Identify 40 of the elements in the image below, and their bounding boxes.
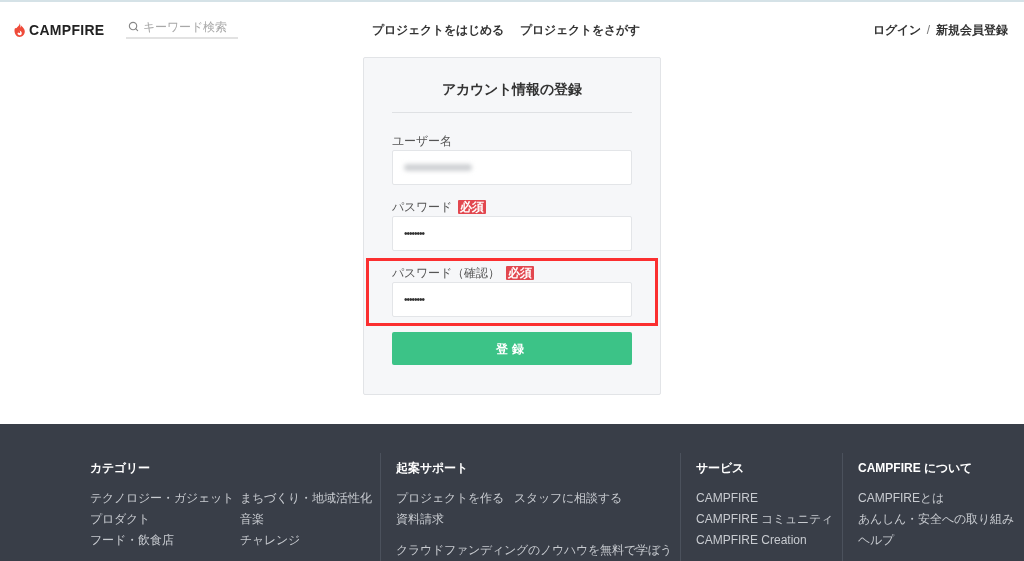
form-title: アカウント情報の登録 [441,80,583,99]
footer-link[interactable]: CAMPFIRE コミュニティ [696,512,834,526]
footer-link[interactable]: テクノロジー・ガジェット [90,491,240,505]
footer-heading: 起案サポート [396,460,469,476]
nav-link[interactable]: プロジェクトをさがす [519,20,640,39]
search-icon [127,21,139,32]
footer-link[interactable]: 音楽 [240,512,264,526]
field-label: パスワード [392,200,452,214]
signup-link[interactable]: 新規会員登録 [936,20,1008,39]
footer-heading: カテゴリー [90,460,151,476]
footer-link[interactable]: ヘルプ [858,533,894,547]
footer-link[interactable]: プロジェクトを作る [396,491,514,505]
username-field[interactable] [392,150,632,185]
footer-link[interactable]: あんしん・安全への取り組み [858,512,1014,526]
footer-heading: CAMPFIRE について [858,460,973,476]
login-link[interactable]: ログイン [872,20,921,39]
separator-slash: / [926,21,930,39]
footer-link[interactable]: クラウドファンディングのノウハウを無料で学ぼう [396,543,680,557]
footer-heading: サービス [696,460,745,476]
footer-link[interactable]: まちづくり・地域活性化 [240,491,372,505]
password-field[interactable]: •••••••• [392,282,632,317]
footer-link[interactable]: CAMPFIRE [696,491,758,505]
footer-link[interactable]: CAMPFIRE Creation [696,533,807,547]
password-field[interactable]: •••••••• [392,216,632,251]
required-badge: 必須 [458,200,486,214]
flame-logo-icon [14,22,25,37]
footer-link[interactable]: 資料請求 [396,512,444,526]
nav-link[interactable]: プロジェクトをはじめる [371,20,504,39]
password-dots: •••••••• [404,228,424,239]
campfire-logo[interactable]: CAMPFIRE [14,22,105,37]
password-dots: •••••••• [404,294,424,305]
footer-link[interactable]: プロダクト [90,512,240,526]
footer-link[interactable]: CAMPFIREとは [858,491,944,505]
footer-link[interactable]: フード・飲食店 [90,533,240,547]
required-badge: 必須 [506,266,534,280]
field-label: パスワード（確認） [392,266,500,280]
field-label: ユーザー名 [392,134,452,148]
footer-link[interactable]: チャレンジ [240,533,300,547]
footer-link[interactable]: スタッフに相談する [514,491,622,505]
blurred-value-icon [404,164,472,171]
